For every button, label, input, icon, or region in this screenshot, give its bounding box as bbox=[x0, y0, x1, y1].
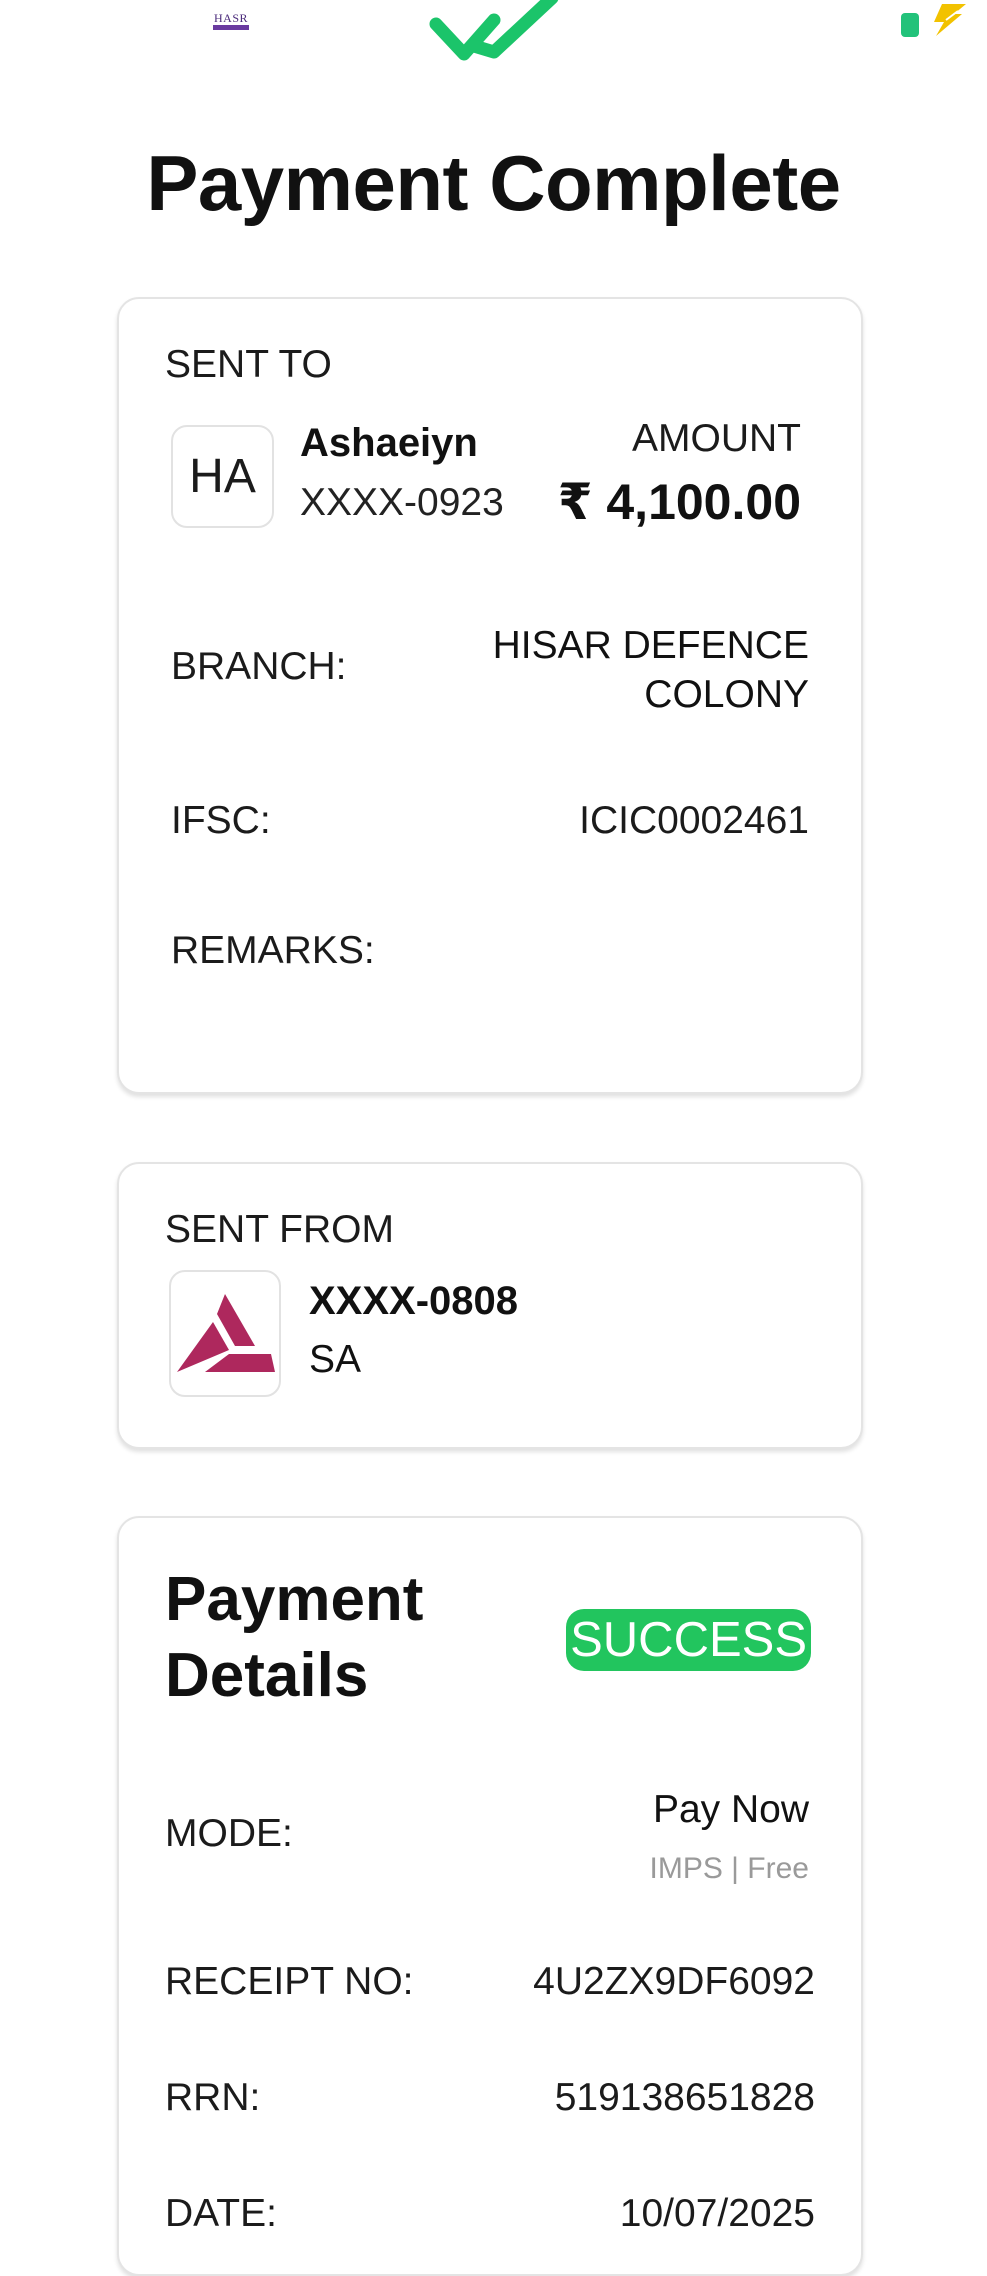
from-name: SA bbox=[309, 1338, 362, 1381]
payee-account: XXXX-0923 bbox=[300, 481, 504, 524]
payee-name: Ashaeiyn bbox=[300, 421, 478, 465]
sent-to-card: SENT TO HA Ashaeiyn XXXX-0923 AMOUNT ₹ 4… bbox=[117, 297, 863, 1094]
logo-bar bbox=[213, 25, 249, 30]
receipt-value: 4U2ZX9DF6092 bbox=[533, 1960, 815, 2003]
checkmark-icon bbox=[429, 0, 559, 61]
amount-value: ₹ 4,100.00 bbox=[557, 474, 801, 530]
logo-text: HASR bbox=[213, 11, 248, 25]
branch-label: BRANCH: bbox=[171, 645, 347, 688]
mode-value: Pay Now bbox=[652, 1788, 809, 1831]
axis-bank-logo-icon bbox=[177, 1294, 275, 1372]
receipt-label: RECEIPT NO: bbox=[165, 1960, 414, 2003]
payment-details-title: Payment Details bbox=[165, 1565, 424, 1710]
amount-label: AMOUNT bbox=[632, 417, 801, 460]
remarks-label: REMARKS: bbox=[171, 929, 375, 972]
page-title: Payment Complete bbox=[146, 139, 841, 227]
rrn-value: 519138651828 bbox=[554, 2076, 815, 2119]
date-value: 10/07/2025 bbox=[619, 2192, 815, 2235]
sent-from-card: SENT FROM XXXX-0808 SA bbox=[117, 1162, 863, 1449]
branch-value: HISAR DEFENCE COLONY bbox=[492, 624, 809, 716]
lightning-icon bbox=[934, 4, 966, 36]
ifsc-value: ICIC0002461 bbox=[579, 799, 809, 842]
payment-details-card: Payment Details SUCCESS MODE: Pay Now IM… bbox=[117, 1516, 863, 2276]
date-label: DATE: bbox=[165, 2192, 277, 2235]
sent-to-heading: SENT TO bbox=[165, 343, 332, 386]
sent-from-heading: SENT FROM bbox=[165, 1208, 394, 1251]
mode-label: MODE: bbox=[165, 1812, 293, 1855]
battery-icon bbox=[901, 13, 919, 37]
ifsc-label: IFSC: bbox=[171, 799, 271, 842]
mode-sub: IMPS | Free bbox=[649, 1852, 810, 1885]
status-badge: SUCCESS bbox=[566, 1609, 811, 1671]
rrn-label: RRN: bbox=[165, 2076, 261, 2119]
from-account: XXXX-0808 bbox=[309, 1279, 519, 1323]
payee-avatar: HA bbox=[171, 425, 274, 528]
bank-logo-icon bbox=[169, 1270, 281, 1397]
app-logo: HASR bbox=[213, 12, 249, 32]
